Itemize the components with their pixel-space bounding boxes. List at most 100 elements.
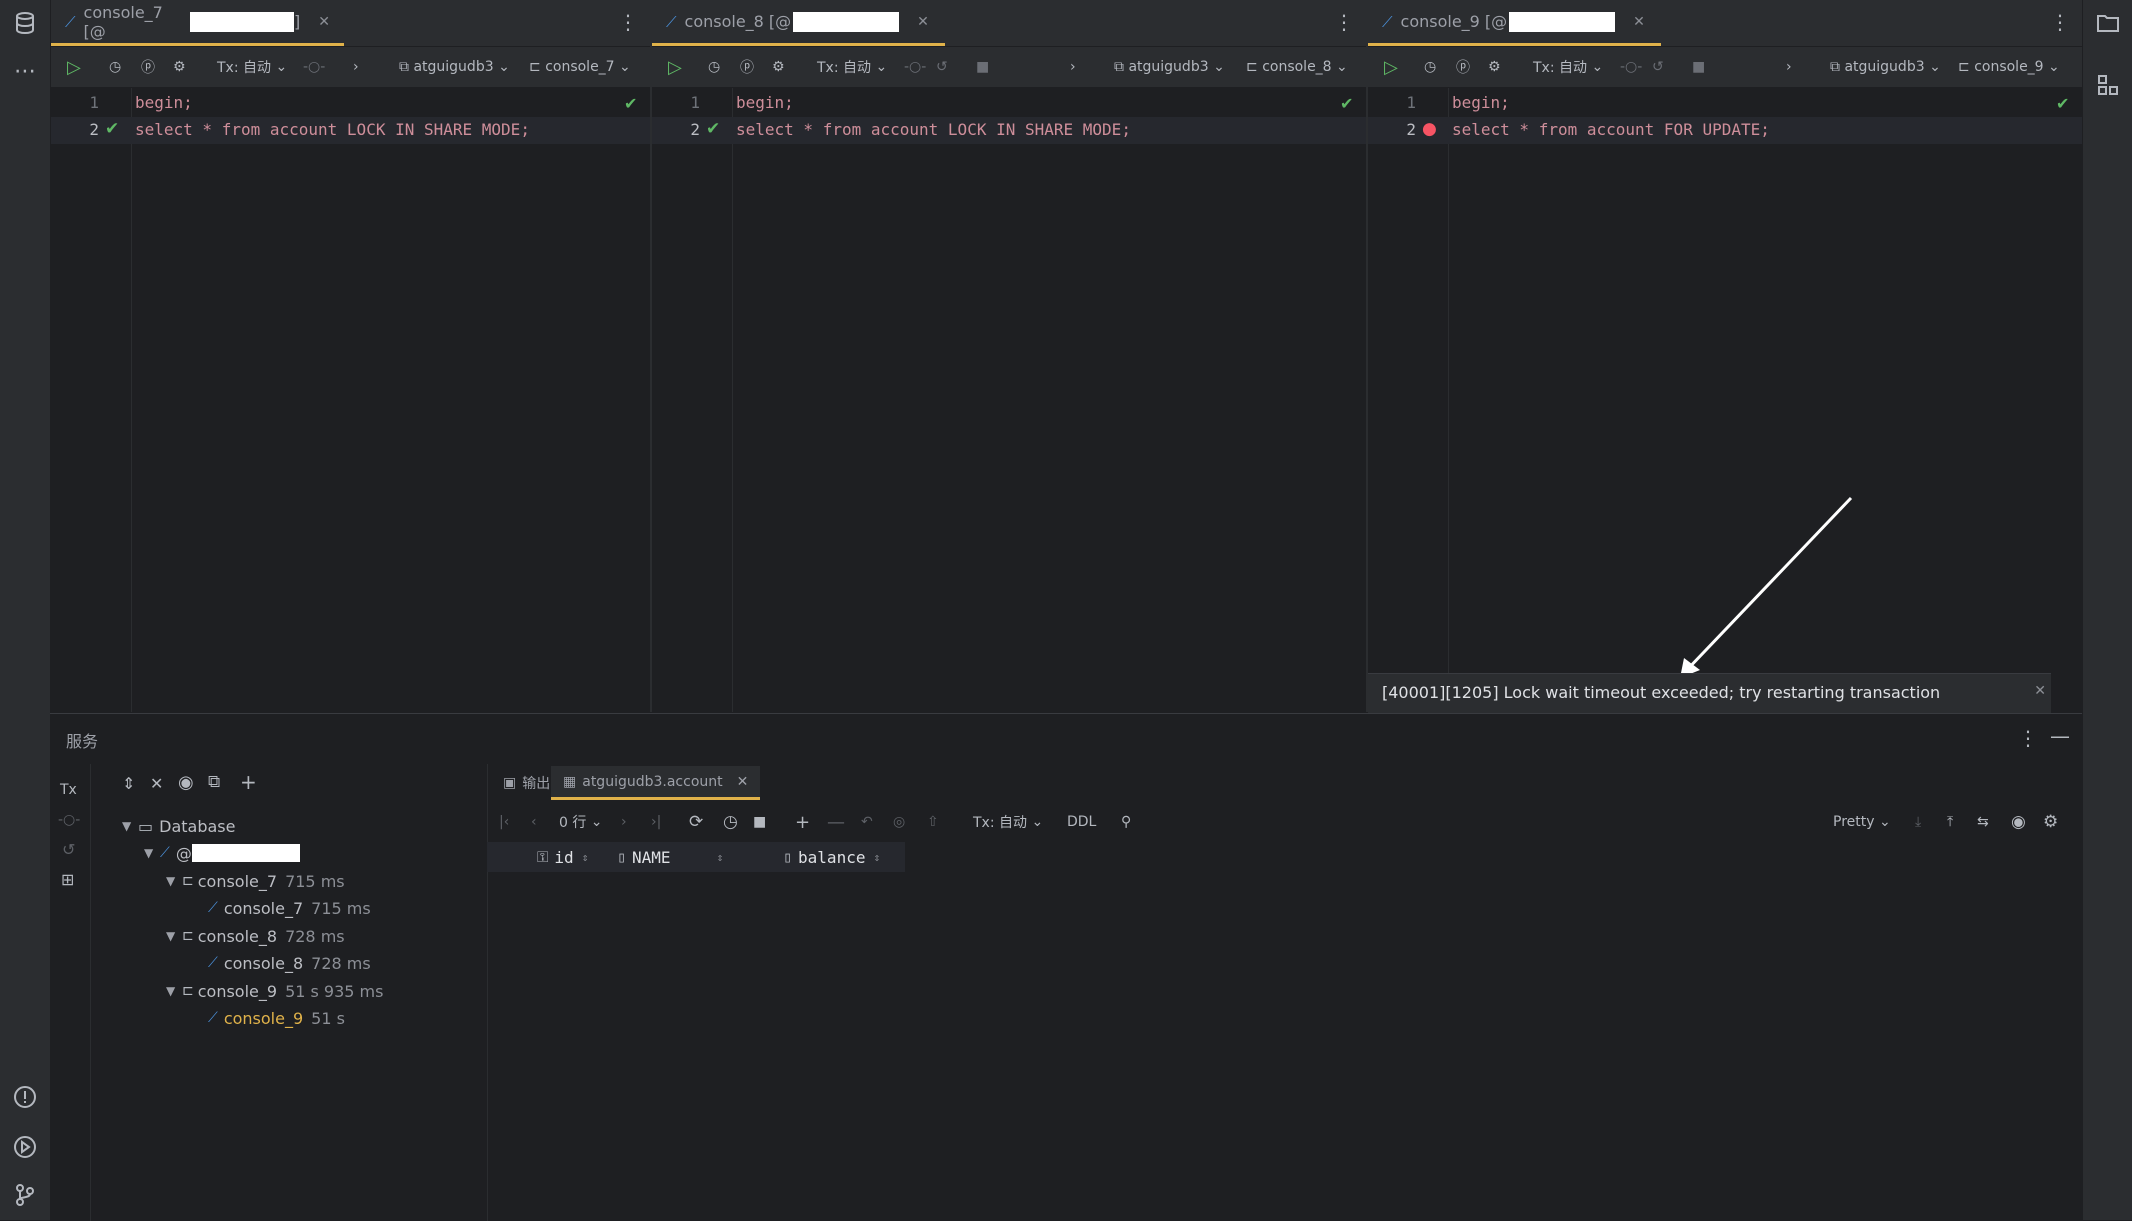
code-line-current[interactable]: 2 ● select * from account FOR UPDATE; [1368, 117, 2082, 144]
code-line-current[interactable]: 2 ✔ select * from account LOCK IN SHARE … [652, 117, 1366, 144]
tx-mode-dropdown[interactable]: Tx: 自动 ⌄ [1533, 54, 1603, 80]
settings-icon[interactable]: ⚙ [173, 54, 186, 80]
tx-icon[interactable]: Tx [60, 782, 77, 798]
close-icon[interactable]: ✕ [737, 774, 749, 790]
chevron-right-icon[interactable]: › [353, 54, 359, 80]
sort-icon[interactable]: ⇕ [717, 851, 724, 864]
minimize-icon[interactable]: — [2050, 724, 2070, 748]
code-line[interactable]: 1 begin; ✔ [652, 90, 1366, 117]
rows-dropdown[interactable]: 0 行 ⌄ [559, 808, 603, 836]
more-options-icon[interactable]: ⋮ [2018, 726, 2038, 750]
new-tab-icon[interactable]: ⧉ [208, 772, 220, 792]
download-icon[interactable]: ⤓ [1915, 808, 1921, 836]
tree-node-database[interactable]: ▼ ▭ Database [122, 813, 235, 839]
problems-icon[interactable] [10, 1082, 40, 1112]
ddl-button[interactable]: DDL [1067, 808, 1096, 836]
rollback-icon[interactable]: ↺ [936, 54, 948, 80]
first-page-icon[interactable]: |‹ [499, 808, 509, 836]
upload-icon[interactable]: ⤒ [1947, 808, 1953, 836]
add-row-icon[interactable]: + [795, 808, 810, 836]
more-options-icon[interactable]: ⋮ [618, 10, 638, 34]
collapse-all-icon[interactable]: ✕ [150, 774, 163, 793]
sort-icon[interactable]: ⇕ [873, 851, 880, 864]
database-selector[interactable]: ⧉ atguigudb3 ⌄ [1114, 54, 1225, 80]
tx-mode-dropdown[interactable]: Tx: 自动 ⌄ [817, 54, 887, 80]
chevron-down-icon[interactable]: ▼ [166, 929, 182, 943]
database-icon[interactable] [10, 8, 40, 38]
chevron-right-icon[interactable]: › [1786, 54, 1792, 80]
commit-icon[interactable]: -○- [904, 54, 926, 80]
tx-mode-dropdown[interactable]: Tx: 自动 ⌄ [973, 808, 1043, 836]
commit-icon[interactable]: -○- [58, 812, 80, 828]
stop-icon[interactable]: ■ [753, 808, 766, 836]
sort-icon[interactable]: ⇕ [582, 851, 589, 864]
eye-icon[interactable]: ◉ [178, 772, 194, 793]
git-branch-icon[interactable] [10, 1180, 40, 1210]
close-icon[interactable]: ✕ [1633, 14, 1645, 30]
code-line[interactable]: 1 begin; ✔ [51, 90, 650, 117]
execute-icon[interactable]: ▷ [1384, 54, 1398, 80]
structure-icon[interactable] [2093, 70, 2123, 100]
tree-node-connection[interactable]: ▼ ⟋ @ [144, 840, 300, 866]
tree-node-console[interactable]: ⟋ console_8 728 ms [208, 950, 371, 976]
revert-icon[interactable]: ↶ [861, 808, 873, 836]
layout-icon[interactable]: ⊞ [61, 870, 74, 889]
stop-icon[interactable]: ■ [1692, 54, 1705, 80]
submit-icon[interactable]: ⇧ [927, 808, 939, 836]
tab-console-9[interactable]: ⟋ console_9 [@ ✕ [1368, 0, 1661, 46]
tree-node-console[interactable]: ⟋ console_7 715 ms [208, 895, 371, 921]
more-options-icon[interactable]: ⋮ [1334, 10, 1354, 34]
history-icon[interactable]: ◷ [1424, 54, 1436, 80]
tree-node-session[interactable]: ▼ ⊏ console_8 728 ms [166, 923, 345, 949]
explain-plan-icon[interactable]: ⓟ [1456, 54, 1470, 80]
add-icon[interactable]: + [240, 770, 257, 794]
eye-icon[interactable]: ◉ [2011, 808, 2026, 836]
commit-icon[interactable]: -○- [1620, 54, 1642, 80]
code-editor[interactable]: 1 begin; ✔ 2 ✔ select * from account LOC… [652, 88, 1366, 712]
session-selector[interactable]: ⊏ console_8 ⌄ [1246, 54, 1348, 80]
next-page-icon[interactable]: › [621, 808, 627, 836]
format-dropdown[interactable]: Pretty ⌄ [1833, 808, 1891, 836]
pin-icon[interactable]: ⚲ [1121, 808, 1131, 836]
tab-console-7[interactable]: ⟋ console_7 [@ ] ✕ [51, 0, 344, 46]
refresh-icon[interactable]: ⟳ [689, 808, 703, 836]
history-icon[interactable]: ◷ [708, 54, 720, 80]
code-line-current[interactable]: 2 ✔ select * from account LOCK IN SHARE … [51, 117, 650, 144]
tree-node-console-active[interactable]: ⟋ console_9 51 s [208, 1005, 345, 1031]
database-selector[interactable]: ⧉ atguigudb3 ⌄ [1830, 54, 1941, 80]
compare-icon[interactable]: ⇆ [1977, 808, 1989, 836]
history-icon[interactable]: ◷ [109, 54, 121, 80]
close-icon[interactable]: ✕ [917, 14, 929, 30]
chevron-right-icon[interactable]: › [1070, 54, 1076, 80]
history-icon[interactable]: ◷ [723, 808, 738, 836]
error-icon[interactable]: ● [1422, 119, 1437, 139]
commit-icon[interactable]: -○- [303, 54, 325, 80]
column-header-name[interactable]: ▯ NAME ⇕ [617, 842, 723, 872]
session-selector[interactable]: ⊏ console_7 ⌄ [529, 54, 631, 80]
column-header-id[interactable]: ⚿ id ⇕ [537, 842, 588, 872]
tree-node-session[interactable]: ▼ ⊏ console_9 51 s 935 ms [166, 978, 383, 1004]
rollback-icon[interactable]: ↺ [1652, 54, 1664, 80]
close-icon[interactable]: ✕ [318, 14, 330, 30]
services-icon[interactable] [10, 1132, 40, 1162]
code-line[interactable]: 1 begin; ✔ [1368, 90, 2082, 117]
tab-table-result[interactable]: ▦ atguigudb3.account ✕ [551, 766, 761, 800]
session-selector[interactable]: ⊏ console_9 ⌄ [1958, 54, 2060, 80]
rollback-icon[interactable]: ↺ [62, 840, 75, 859]
folder-icon[interactable] [2093, 8, 2123, 38]
more-options-icon[interactable]: ⋮ [2050, 10, 2070, 34]
explain-plan-icon[interactable]: ⓟ [740, 54, 754, 80]
database-selector[interactable]: ⧉ atguigudb3 ⌄ [399, 54, 510, 80]
chevron-down-icon[interactable]: ▼ [166, 984, 182, 998]
tx-mode-dropdown[interactable]: Tx: 自动 ⌄ [217, 54, 287, 80]
execute-icon[interactable]: ▷ [668, 54, 682, 80]
settings-icon[interactable]: ⚙ [1488, 54, 1501, 80]
chevron-down-icon[interactable]: ▼ [122, 819, 138, 833]
tree-node-session[interactable]: ▼ ⊏ console_7 715 ms [166, 868, 345, 894]
explain-plan-icon[interactable]: ⓟ [141, 54, 155, 80]
column-header-balance[interactable]: ▯ balance ⇕ [783, 842, 880, 872]
execute-icon[interactable]: ▷ [67, 54, 81, 80]
delete-row-icon[interactable]: — [827, 808, 845, 836]
prev-page-icon[interactable]: ‹ [531, 808, 537, 836]
settings-icon[interactable]: ⚙ [772, 54, 785, 80]
